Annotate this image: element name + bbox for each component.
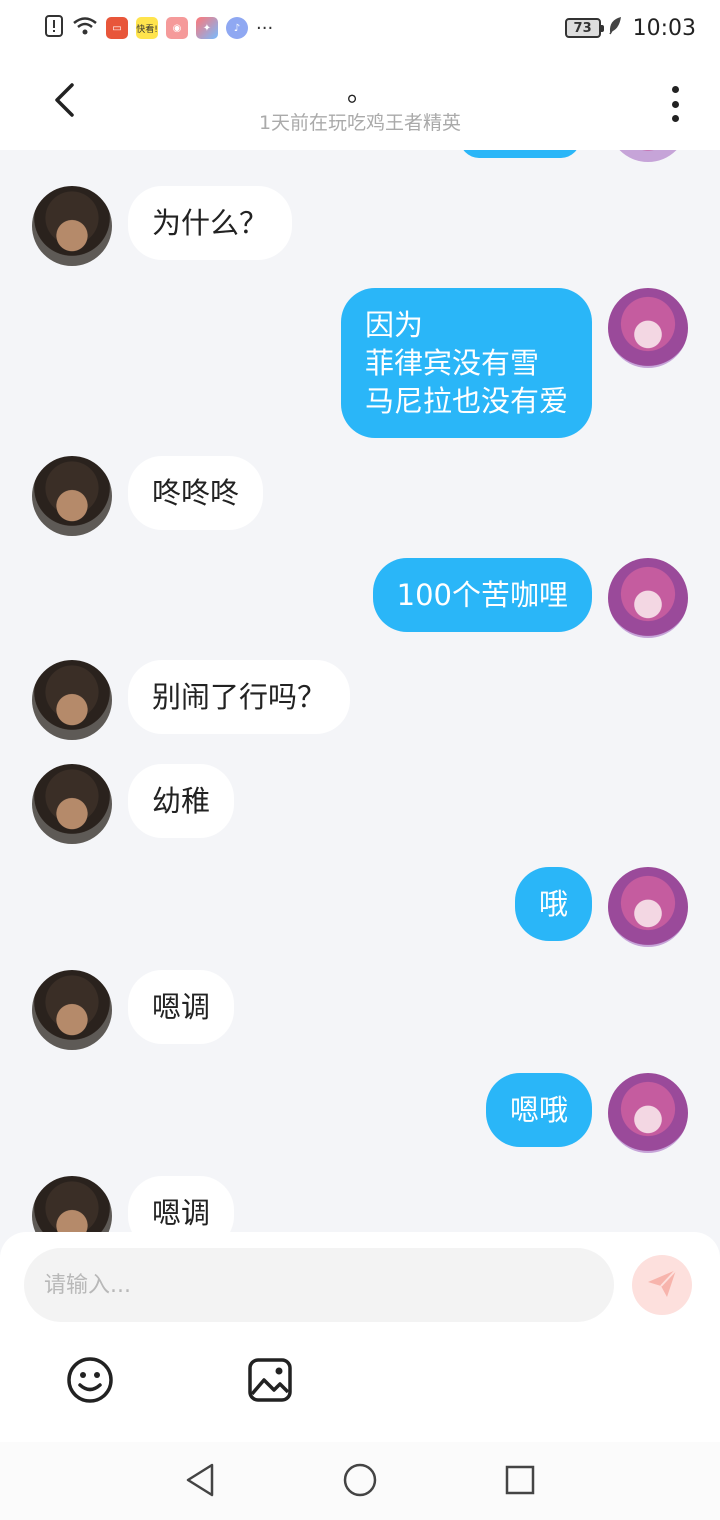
chat-title: 。 [346, 78, 373, 108]
music-app-icon: ♪ [226, 17, 248, 39]
message-row: 嗯调 [0, 970, 720, 1050]
image-icon [246, 1358, 294, 1408]
smiley-icon [66, 1357, 114, 1408]
avatar[interactable] [608, 558, 688, 638]
message-bubble[interactable]: 别闹了行吗？ [128, 660, 351, 734]
nav-back-button[interactable] [180, 1462, 220, 1502]
message-bubble[interactable]: 100个苦咖哩 [372, 558, 592, 632]
system-nav-bar [0, 1442, 720, 1520]
avatar[interactable] [32, 660, 112, 740]
avatar[interactable] [608, 1073, 688, 1153]
nav-home-button[interactable] [340, 1462, 380, 1502]
message-bubble[interactable]: 幼稚 [128, 764, 235, 838]
more-options-button[interactable] [660, 84, 690, 124]
wifi-icon [72, 15, 98, 41]
partial-message-bubble [460, 150, 580, 158]
avatar[interactable] [608, 867, 688, 947]
message-bubble[interactable]: 嗯调 [128, 970, 235, 1044]
message-bubble[interactable]: 嗯调 [128, 1176, 235, 1232]
avatar[interactable] [608, 150, 688, 162]
message-bubble[interactable]: 为什么？ [128, 186, 293, 260]
message-bubble[interactable]: 嗯哦 [485, 1073, 592, 1147]
message-row: 幼稚 [0, 764, 720, 844]
message-row: 嗯调 [0, 1176, 720, 1232]
battery-indicator: 73 [564, 18, 604, 38]
status-right: 73 10:03 [564, 15, 696, 41]
avatar[interactable] [608, 288, 688, 368]
square-recent-icon [504, 1464, 536, 1500]
message-row: 为什么？ [0, 186, 720, 266]
message-row: 因为 菲律宾没有雪 马尼拉也没有爱 [0, 288, 720, 438]
triangle-back-icon [184, 1462, 216, 1502]
message-row: 嗯哦 [0, 1073, 720, 1153]
message-input[interactable] [24, 1248, 614, 1322]
chat-subtitle: 1天前在玩吃鸡王者精英 [258, 112, 462, 134]
avatar[interactable] [32, 186, 112, 266]
avatar[interactable] [32, 970, 112, 1050]
notification-alert-icon [44, 15, 64, 41]
colorful-app-icon: ✦ [196, 17, 218, 39]
video-app-icon: ▭ [106, 17, 128, 39]
avatar[interactable] [32, 1176, 112, 1232]
circle-home-icon [342, 1462, 378, 1502]
message-row: 咚咚咚 [0, 456, 720, 536]
message-bubble[interactable]: 因为 菲律宾没有雪 马尼拉也没有爱 [340, 288, 592, 438]
message-list[interactable]: 为什么？ 因为 菲律宾没有雪 马尼拉也没有爱 咚咚咚 100个苦咖哩 别闹了行吗… [0, 150, 720, 1232]
composer [0, 1232, 720, 1442]
pink-app-icon: ◉ [166, 17, 188, 39]
message-row: 别闹了行吗？ [0, 660, 720, 740]
message-row: 100个苦咖哩 [0, 558, 720, 638]
avatar[interactable] [32, 456, 112, 536]
kuaikan-app-icon: 快看! [136, 17, 158, 39]
image-button[interactable] [246, 1356, 294, 1404]
paper-plane-icon [645, 1266, 679, 1304]
message-row: 哦 [0, 867, 720, 947]
clock: 10:03 [632, 15, 696, 41]
avatar[interactable] [32, 764, 112, 844]
emoji-button[interactable] [66, 1356, 114, 1404]
send-button[interactable] [632, 1255, 692, 1315]
nav-recent-button[interactable] [500, 1462, 540, 1502]
message-bubble[interactable]: 咚咚咚 [128, 456, 264, 530]
status-icons: ▭ 快看! ◉ ✦ ♪ ··· [44, 15, 273, 41]
status-bar: ▭ 快看! ◉ ✦ ♪ ··· 73 10:03 [0, 0, 720, 56]
leaf-icon [607, 16, 623, 40]
message-bubble[interactable]: 哦 [514, 867, 592, 941]
chat-header: 。 1天前在玩吃鸡王者精英 [0, 56, 720, 150]
more-vertical-icon [671, 86, 679, 93]
more-notifications-icon: ··· [256, 17, 274, 39]
